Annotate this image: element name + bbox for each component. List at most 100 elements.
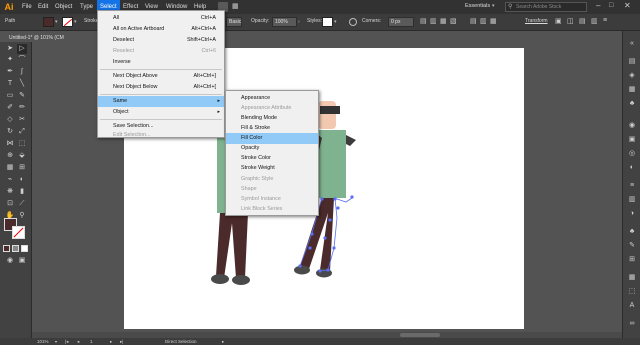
fill-swatch[interactable]	[43, 17, 54, 27]
menu-item-same[interactable]: Same ▸	[98, 96, 224, 107]
chevron-down-icon[interactable]: ▾	[55, 19, 58, 25]
blend-tool-icon[interactable]: ◐	[17, 175, 27, 185]
scissors-icon[interactable]: ✂	[17, 115, 27, 125]
recolor-artwork-icon[interactable]	[349, 18, 357, 26]
chevron-down-icon[interactable]: ▾	[55, 338, 57, 345]
close-icon[interactable]: ✕	[624, 1, 631, 10]
menu-item-save-selection[interactable]: Save Selection...	[98, 121, 224, 132]
links-panel-icon[interactable]: ∞	[627, 319, 637, 329]
menu-item-object[interactable]: Object ▸	[98, 107, 224, 118]
workspace-switcher-icon[interactable]: ▦	[232, 2, 244, 12]
submenu-item-blending-mode[interactable]: Blending Mode	[226, 113, 318, 124]
chevron-down-icon[interactable]: ▾	[492, 3, 495, 9]
menu-item-deselect[interactable]: Deselect Shift+Ctrl+A	[98, 35, 224, 46]
color-mode-icon[interactable]	[3, 245, 10, 252]
perspective-grid-icon[interactable]: ▦	[5, 163, 15, 173]
submenu-item-fill-color[interactable]: Fill Color	[226, 133, 318, 144]
workspace-label[interactable]: Essentials	[465, 3, 490, 11]
paintbrush-icon[interactable]: ✎	[17, 91, 27, 101]
shaper-tool-icon[interactable]: ✐	[5, 103, 15, 113]
direct-selection-tool-icon[interactable]: ▷	[17, 44, 27, 54]
distribute-icons[interactable]: ▤ ▥ ▦	[470, 17, 510, 27]
layers-panel-icon[interactable]: ◈	[627, 71, 637, 81]
line-tool-icon[interactable]: ╲	[17, 79, 27, 89]
menu-item-all[interactable]: All Ctrl+A	[98, 13, 224, 24]
scale-tool-icon[interactable]: ⤢	[17, 127, 27, 137]
submenu-item-opacity[interactable]: Opacity	[226, 143, 318, 154]
stock-search-input[interactable]: ⚲ Search Adobe Stock	[505, 2, 587, 12]
submenu-item-stroke-weight[interactable]: Stroke Weight	[226, 163, 318, 174]
shape-builder-icon[interactable]: ⊕	[5, 151, 15, 161]
width-tool-icon[interactable]: ⋈	[5, 139, 15, 149]
mesh-tool-icon[interactable]: ⊞	[17, 163, 27, 173]
submenu-item-appearance[interactable]: Appearance	[226, 93, 318, 104]
stroke-swatch[interactable]	[62, 17, 73, 27]
transform-icons[interactable]: ▣ ◫ ▤ ▥ ≡	[555, 17, 615, 27]
menu-item-next-object-above[interactable]: Next Object Above Alt+Ctrl+]	[98, 71, 224, 82]
menu-edit[interactable]: Edit	[35, 0, 51, 14]
lasso-icon[interactable]: ⌒	[17, 55, 27, 65]
submenu-item-fill-and-stroke[interactable]: Fill & Stroke	[226, 123, 318, 134]
pathfinder-panel-icon[interactable]: ▦	[627, 273, 637, 283]
collapse-panel-icon[interactable]: «	[627, 39, 637, 49]
zoom-level[interactable]: 101%	[37, 338, 49, 345]
graphic-style-swatch[interactable]	[322, 17, 333, 27]
corners-input[interactable]: 0 px	[388, 17, 414, 27]
symbols-panel-icon[interactable]: ♣	[627, 227, 637, 237]
color-guide-icon[interactable]: ◎	[627, 149, 637, 159]
menu-type[interactable]: Type	[77, 0, 96, 14]
selection-tool-icon[interactable]: ➤	[5, 44, 15, 54]
chevron-right-icon[interactable]: ›	[298, 19, 300, 25]
draw-mode-icon[interactable]: ◉	[5, 256, 15, 266]
graph-tool-icon[interactable]: ▮	[17, 187, 27, 197]
transparency-panel-icon[interactable]: ◑	[627, 209, 637, 219]
appearance-panel-icon[interactable]: ◉	[627, 121, 637, 131]
brushes-panel-icon[interactable]: ✎	[627, 241, 637, 251]
type-tool-icon[interactable]: T	[5, 79, 15, 89]
eyedropper-icon[interactable]: ⌁	[5, 175, 15, 185]
properties-panel-icon[interactable]: ▤	[627, 57, 637, 67]
first-artboard-icon[interactable]: |◂	[65, 338, 68, 345]
next-artboard-icon[interactable]: ▸	[110, 338, 112, 345]
chevron-down-icon[interactable]: ▾	[334, 19, 337, 25]
magic-wand-icon[interactable]: ✦	[5, 55, 15, 65]
character-panel-icon[interactable]: A	[627, 301, 637, 311]
opacity-input[interactable]: 100%	[272, 17, 297, 27]
prev-artboard-icon[interactable]: ◂	[77, 338, 79, 345]
submenu-item-stroke-color[interactable]: Stroke Color	[226, 153, 318, 164]
pencil-icon[interactable]: ✏	[17, 103, 27, 113]
transform-panel-icon[interactable]: ⬚	[627, 287, 637, 297]
libraries-panel-icon[interactable]: ▦	[627, 85, 637, 95]
rectangle-tool-icon[interactable]: ▭	[5, 91, 15, 101]
chevron-right-icon[interactable]: ▸	[222, 338, 224, 345]
slice-tool-icon[interactable]: ⟋	[17, 199, 27, 209]
zoom-tool-icon[interactable]: ⚲	[17, 211, 27, 221]
rotate-tool-icon[interactable]: ↻	[5, 127, 15, 137]
maximize-icon[interactable]: □	[609, 2, 613, 9]
free-transform-icon[interactable]: ⬚	[17, 139, 27, 149]
screen-mode-icon[interactable]: ▣	[17, 256, 27, 266]
menu-item-inverse[interactable]: Inverse	[98, 57, 224, 68]
curvature-tool-icon[interactable]: ∫	[17, 67, 27, 77]
align-panel-icon[interactable]: ⊞	[627, 255, 637, 265]
graphic-styles-icon[interactable]: ▣	[627, 135, 637, 145]
menu-file[interactable]: File	[19, 0, 35, 14]
pen-tool-icon[interactable]: ✒	[5, 67, 15, 77]
scrollbar-thumb[interactable]	[400, 333, 440, 337]
stroke-panel-icon[interactable]: ≡	[627, 181, 637, 191]
transform-link[interactable]: Transform	[525, 18, 548, 24]
artboard-tool-icon[interactable]: ⊡	[5, 199, 15, 209]
style-basic-dropdown[interactable]: Basic	[226, 17, 242, 27]
none-mode-icon[interactable]	[21, 245, 28, 252]
gradient-panel-icon[interactable]: ▥	[627, 195, 637, 205]
swatches-panel-icon[interactable]: ♣	[627, 99, 637, 109]
menu-object[interactable]: Object	[52, 0, 75, 14]
chevron-down-icon[interactable]: ▾	[74, 19, 77, 25]
menu-item-all-on-active-artboard[interactable]: All on Active Artboard Alt+Ctrl+A	[98, 24, 224, 35]
menu-item-next-object-below[interactable]: Next Object Below Alt+Ctrl+[	[98, 82, 224, 93]
stroke-color-box[interactable]	[12, 226, 25, 239]
eraser-icon[interactable]: ◇	[5, 115, 15, 125]
color-panel-icon[interactable]: ◐	[627, 163, 637, 173]
gradient-mode-icon[interactable]	[12, 245, 19, 252]
live-paint-icon[interactable]: ⬙	[17, 151, 27, 161]
